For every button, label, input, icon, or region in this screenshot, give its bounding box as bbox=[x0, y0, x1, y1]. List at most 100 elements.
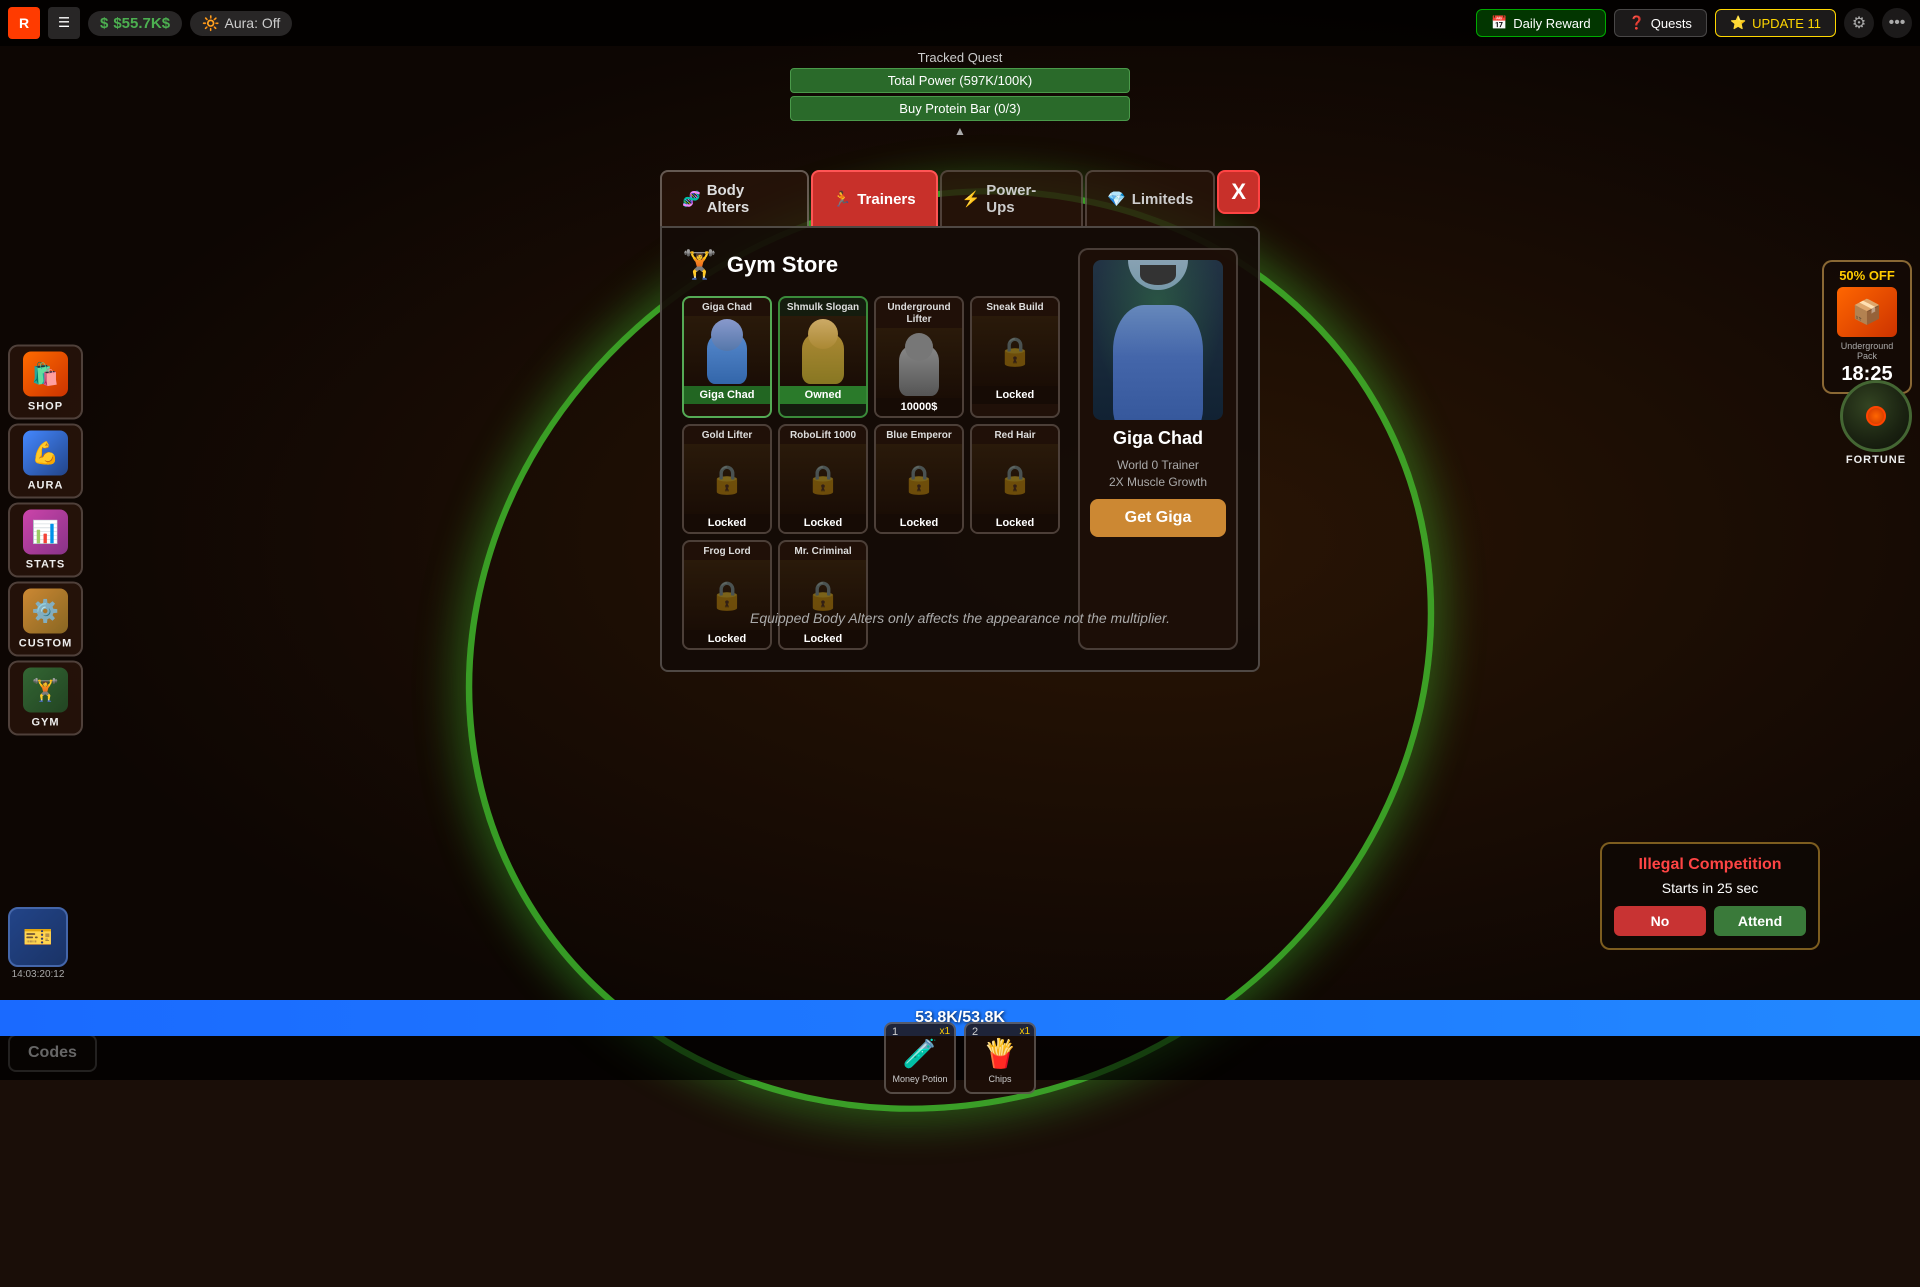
tab-body-alters[interactable]: 🧬 Body Alters bbox=[660, 170, 809, 226]
sidebar-item-shop[interactable]: 🛍️ SHOP bbox=[8, 345, 83, 420]
gym-icon: 🏋️ bbox=[23, 668, 68, 713]
custom-label: CUSTOM bbox=[19, 638, 72, 650]
body-icon: 🧬 bbox=[682, 190, 701, 208]
gym-pass-time: 14:03:20:12 bbox=[12, 969, 65, 980]
stats-icon: 📊 bbox=[23, 510, 68, 555]
progress-bar-container: 53.8K/53.8K bbox=[0, 1000, 1920, 1036]
limited-icon: 💎 bbox=[1107, 190, 1126, 208]
trainer-card-giga-chad[interactable]: Giga Chad Giga Chad bbox=[682, 296, 772, 418]
trainer-image: 🔒 bbox=[972, 316, 1058, 386]
trainer-status: Locked bbox=[780, 630, 866, 648]
trainer-image: 🔒 bbox=[684, 444, 770, 514]
trainer-label: RoboLift 1000 bbox=[780, 426, 866, 444]
menu-button[interactable]: ☰ bbox=[48, 7, 80, 39]
trainer-status: 10000$ bbox=[876, 398, 962, 416]
fortune-center bbox=[1866, 406, 1886, 426]
settings-button[interactable]: ⚙ bbox=[1844, 8, 1874, 38]
illegal-buttons: No Attend bbox=[1614, 906, 1806, 936]
lock-icon: 🔒 bbox=[902, 463, 937, 496]
tab-bar: 🧬 Body Alters 🏃 Trainers ⚡ Power-Ups 💎 L… bbox=[660, 170, 1260, 226]
trainer-preview-desc: World 0 Trainer 2X Muscle Growth bbox=[1109, 457, 1207, 491]
char-beard bbox=[1140, 265, 1176, 285]
slot-badge: x1 bbox=[939, 1026, 950, 1037]
money-value: $55.7K$ bbox=[113, 15, 170, 32]
tab-trainers[interactable]: 🏃 Trainers bbox=[811, 170, 938, 226]
quests-button[interactable]: ❓ Quests bbox=[1614, 9, 1707, 37]
lock-icon: 🔒 bbox=[710, 463, 745, 496]
lock-icon: 🔒 bbox=[806, 463, 841, 496]
aura-display: 🔆 Aura: Off bbox=[190, 11, 292, 36]
trainer-image: 🔒 bbox=[876, 444, 962, 514]
trainer-status: Giga Chad bbox=[684, 386, 770, 404]
trainer-status: Owned bbox=[780, 386, 866, 404]
character-image bbox=[1093, 260, 1223, 420]
store-title: 🏋️ Gym Store bbox=[682, 248, 1063, 281]
star-icon: ⭐ bbox=[1730, 15, 1746, 31]
trainer-card-blue-emperor[interactable]: Blue Emperor 🔒 Locked bbox=[874, 424, 964, 534]
pack-image: 📦 bbox=[1837, 287, 1897, 337]
no-button[interactable]: No bbox=[1614, 906, 1706, 936]
store-items-section: 🏋️ Gym Store Giga Chad Giga Chad bbox=[682, 248, 1063, 650]
trainer-image bbox=[684, 316, 770, 386]
aura-icon: 🔆 bbox=[202, 15, 219, 32]
gym-pass[interactable]: 🎫 14:03:20:12 bbox=[8, 907, 68, 980]
illegal-title: Illegal Competition bbox=[1614, 856, 1806, 874]
shop-label: SHOP bbox=[28, 401, 63, 413]
item-image-chips: 🍟 bbox=[979, 1032, 1021, 1074]
more-button[interactable]: ••• bbox=[1882, 8, 1912, 38]
item-image-money-potion: 🧪 bbox=[899, 1032, 941, 1074]
inventory-slot-2[interactable]: 2 x1 🍟 Chips bbox=[964, 1022, 1036, 1094]
trainer-card-gold[interactable]: Gold Lifter 🔒 Locked bbox=[682, 424, 772, 534]
sidebar-item-aura[interactable]: 💪 AURA bbox=[8, 424, 83, 499]
fortune-circle bbox=[1840, 380, 1912, 452]
trainer-label: Blue Emperor bbox=[876, 426, 962, 444]
store-icon: 🏋️ bbox=[682, 248, 717, 281]
illegal-competition-popup: Illegal Competition Starts in 25 sec No … bbox=[1600, 842, 1820, 950]
attend-button[interactable]: Attend bbox=[1714, 906, 1806, 936]
trainer-image: 🔒 bbox=[780, 444, 866, 514]
trainer-label: Giga Chad bbox=[684, 298, 770, 316]
sidebar-item-custom[interactable]: ⚙️ CUSTOM bbox=[8, 582, 83, 657]
trainer-status: Locked bbox=[684, 630, 770, 648]
trainer-status: Locked bbox=[684, 514, 770, 532]
daily-reward-button[interactable]: 📅 Daily Reward bbox=[1476, 9, 1606, 37]
trainer-status: Locked bbox=[972, 514, 1058, 532]
trainer-card-mr-criminal[interactable]: Mr. Criminal 🔒 Locked bbox=[778, 540, 868, 650]
dollar-icon: $ bbox=[100, 15, 108, 32]
inventory-slot-1[interactable]: 1 x1 🧪 Money Potion bbox=[884, 1022, 956, 1094]
discount-badge: 50% OFF bbox=[1830, 268, 1904, 283]
trainer-card-underground[interactable]: Underground Lifter 10000$ bbox=[874, 296, 964, 418]
trainer-card-shmulk[interactable]: Shmulk Slogan Owned bbox=[778, 296, 868, 418]
fortune-button[interactable]: FORTUNE bbox=[1840, 380, 1912, 466]
trainer-label: Red Hair bbox=[972, 426, 1058, 444]
tab-powerups[interactable]: ⚡ Power-Ups bbox=[940, 170, 1083, 226]
tab-limiteds[interactable]: 💎 Limiteds bbox=[1085, 170, 1215, 226]
top-bar-right: 📅 Daily Reward ❓ Quests ⭐ UPDATE 11 ⚙ ••… bbox=[1476, 8, 1912, 38]
custom-icon: ⚙️ bbox=[23, 589, 68, 634]
trainer-label: Frog Lord bbox=[684, 542, 770, 560]
item-name-money-potion: Money Potion bbox=[892, 1074, 947, 1084]
inventory-bar: 1 x1 🧪 Money Potion 2 x1 🍟 Chips bbox=[0, 1036, 1920, 1080]
calendar-icon: 📅 bbox=[1491, 15, 1507, 31]
left-sidebar: 🛍️ SHOP 💪 AURA 📊 STATS ⚙️ CUSTOM 🏋️ GYM bbox=[0, 337, 91, 744]
sidebar-item-stats[interactable]: 📊 STATS bbox=[8, 503, 83, 578]
fortune-label: FORTUNE bbox=[1846, 454, 1906, 466]
trainer-card-robolift[interactable]: RoboLift 1000 🔒 Locked bbox=[778, 424, 868, 534]
money-display: $ $55.7K$ bbox=[88, 11, 182, 36]
aura-icon: 💪 bbox=[23, 431, 68, 476]
trainer-preview-name: Giga Chad bbox=[1113, 428, 1203, 449]
stats-label: STATS bbox=[26, 559, 65, 571]
sidebar-item-gym[interactable]: 🏋️ GYM bbox=[8, 661, 83, 736]
question-icon: ❓ bbox=[1629, 15, 1645, 31]
update-button[interactable]: ⭐ UPDATE 11 bbox=[1715, 9, 1836, 37]
slot-badge: x1 bbox=[1019, 1026, 1030, 1037]
trainer-card-sneak[interactable]: Sneak Build 🔒 Locked bbox=[970, 296, 1060, 418]
trainer-card-frog-lord[interactable]: Frog Lord 🔒 Locked bbox=[682, 540, 772, 650]
trainer-label: Mr. Criminal bbox=[780, 542, 866, 560]
trainer-card-red-hair[interactable]: Red Hair 🔒 Locked bbox=[970, 424, 1060, 534]
lock-icon: 🔒 bbox=[806, 579, 841, 612]
discount-pack[interactable]: 50% OFF 📦 Underground Pack 18:25 bbox=[1822, 260, 1912, 394]
get-trainer-button[interactable]: Get Giga bbox=[1090, 499, 1226, 537]
trainer-label: Gold Lifter bbox=[684, 426, 770, 444]
close-button[interactable]: X bbox=[1217, 170, 1260, 214]
